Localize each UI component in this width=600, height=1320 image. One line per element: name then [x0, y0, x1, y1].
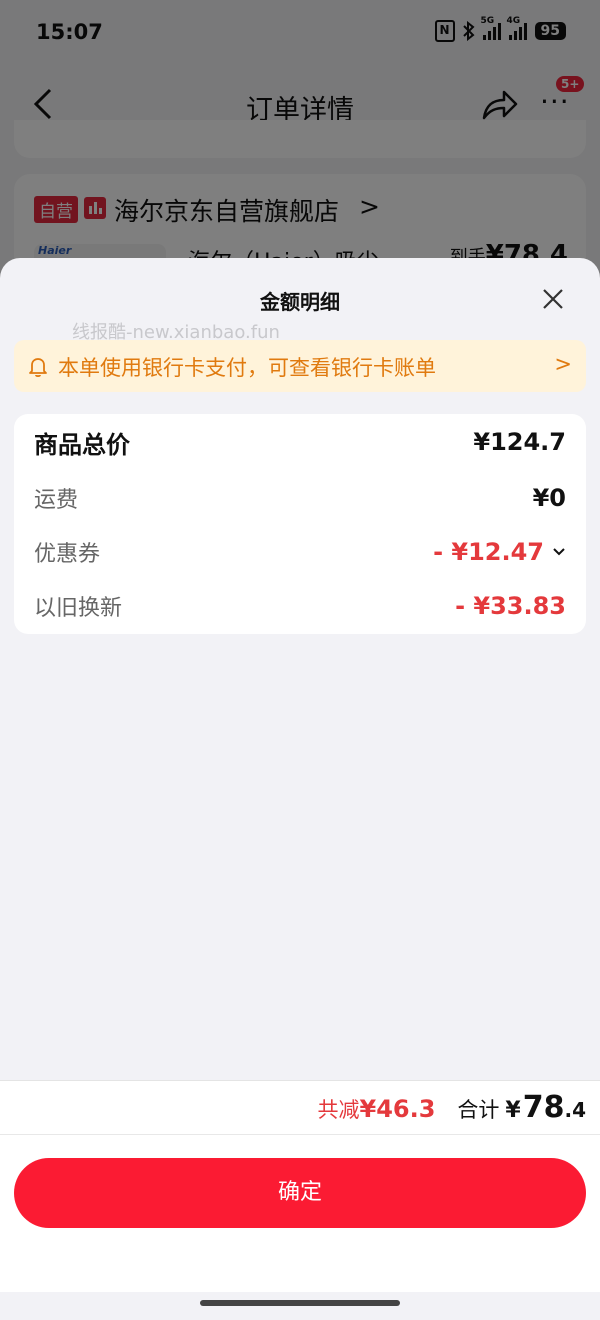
gesture-bar-area	[0, 1292, 600, 1320]
notice-text: 本单使用银行卡支付，可查看银行卡账单	[58, 356, 436, 380]
bell-icon	[29, 358, 47, 378]
row-label: 优惠券	[34, 542, 101, 567]
row-label: 运费	[34, 488, 79, 513]
total-integer: 78	[522, 1090, 565, 1125]
sheet-footer: 共减 ¥46.3 合计 ¥ 78 .4 确定	[0, 1080, 600, 1320]
total-label: 合计	[457, 1098, 500, 1122]
row-coupon[interactable]: 优惠券 - ¥12.47	[34, 532, 566, 572]
row-value: - ¥12.47	[433, 538, 544, 566]
summary-row: 共减 ¥46.3 合计 ¥ 78 .4	[318, 1090, 587, 1125]
home-indicator[interactable]	[200, 1300, 400, 1306]
row-label: 商品总价	[34, 430, 130, 459]
sheet-title: 金额明细	[260, 290, 340, 314]
row-value: - ¥33.83	[455, 592, 566, 620]
row-goods-total: 商品总价 ¥124.7	[34, 422, 566, 462]
row-label: 以旧换新	[34, 596, 123, 621]
reduce-label: 共减	[317, 1098, 360, 1122]
row-shipping: 运费 ¥0	[34, 478, 566, 518]
row-value: ¥0	[532, 484, 566, 512]
price-detail-card: 商品总价 ¥124.7 运费 ¥0 优惠券 - ¥12.47 以旧换新 - ¥3…	[14, 414, 586, 634]
chevron-right-icon: >	[554, 352, 572, 376]
row-value-wrap: - ¥12.47	[433, 538, 566, 566]
amount-detail-sheet: 金额明细 线报酷-new.xianbao.fun 本单使用银行卡支付，可查看银行…	[0, 258, 600, 1320]
row-value: ¥124.7	[473, 428, 566, 456]
divider	[0, 1080, 600, 1081]
total-currency: ¥	[505, 1098, 521, 1123]
close-icon[interactable]	[540, 286, 566, 312]
row-trade-in: 以旧换新 - ¥33.83	[34, 586, 566, 626]
divider	[0, 1134, 600, 1135]
bank-card-notice[interactable]: 本单使用银行卡支付，可查看银行卡账单 >	[14, 340, 586, 392]
chevron-down-icon[interactable]	[552, 547, 566, 557]
confirm-button[interactable]: 确定	[14, 1158, 586, 1228]
reduce-value: ¥46.3	[359, 1095, 436, 1123]
total-decimal: .4	[564, 1098, 586, 1122]
